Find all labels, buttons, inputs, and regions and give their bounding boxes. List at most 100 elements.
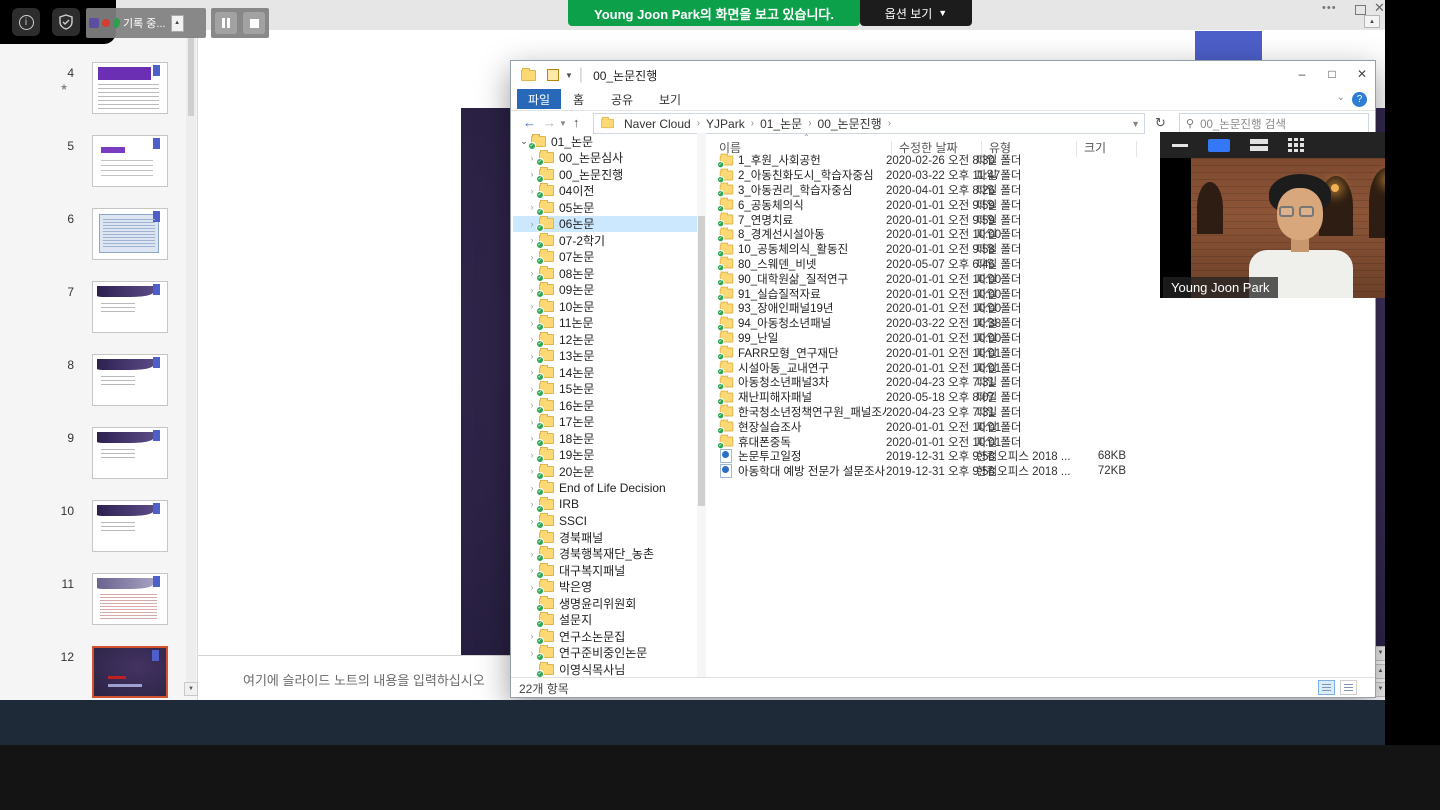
maximize-icon[interactable]: □: [1323, 67, 1341, 81]
tree-item[interactable]: ›✓SSCI: [513, 513, 697, 530]
tree-item[interactable]: ›✓13논문: [513, 348, 697, 365]
up-icon[interactable]: ↑: [573, 115, 580, 130]
tab-share[interactable]: 공유: [611, 91, 633, 108]
tree-item[interactable]: ›✓07-2학기: [513, 232, 697, 249]
help-icon[interactable]: ?: [1352, 92, 1367, 107]
tree-item[interactable]: ›✓08논문: [513, 265, 697, 282]
breadcrumb-segment[interactable]: 01_논문: [760, 115, 802, 132]
slide-thumbnail[interactable]: [92, 281, 168, 333]
tree-item[interactable]: ›✓00_논문진행: [513, 166, 697, 183]
slide-thumbnail[interactable]: [92, 573, 168, 625]
collapse-arrow-icon[interactable]: ▲: [171, 15, 184, 32]
tree-item[interactable]: ›✓04이전: [513, 183, 697, 200]
back-icon[interactable]: ←: [523, 115, 536, 130]
slide-thumbnail[interactable]: [92, 62, 168, 114]
tree-item[interactable]: ›✓17논문: [513, 414, 697, 431]
tree-item[interactable]: ✓설문지: [513, 612, 697, 629]
breadcrumb[interactable]: Naver Cloud›YJPark›01_논문›00_논문진행›: [624, 115, 891, 132]
tree-item[interactable]: ✓이영식목사님: [513, 661, 697, 677]
thumbnail-scrollbar[interactable]: [186, 32, 196, 682]
forward-icon[interactable]: →: [543, 115, 556, 130]
breadcrumb-segment[interactable]: Naver Cloud: [624, 117, 691, 131]
meeting-info-icon[interactable]: i: [12, 8, 40, 36]
pause-recording-icon[interactable]: [215, 12, 237, 34]
file-row[interactable]: 논문투고일정2019-12-31 오후 9:58한컴오피스 2018 ...68…: [707, 449, 1373, 464]
tree-item[interactable]: ›✓연구준비중인논문: [513, 645, 697, 662]
tree-item[interactable]: ›✓20논문: [513, 463, 697, 480]
tree-item[interactable]: ›✓12논문: [513, 331, 697, 348]
file-row[interactable]: ✓현장실습조사2020-01-01 오전 10:01파일 폴더: [707, 419, 1373, 434]
tree-item[interactable]: ›✓00_논문심사: [513, 150, 697, 167]
ribbon-expand-icon[interactable]: ⌄: [1337, 92, 1345, 103]
tree-item[interactable]: ›✓경북행복재단_농촌: [513, 546, 697, 563]
tree-item[interactable]: ›✓19논문: [513, 447, 697, 464]
ribbon-collapse-icon[interactable]: ▲: [1364, 15, 1380, 28]
file-row[interactable]: ✓한국청소년정책연구원_패널조사2020-04-23 오후 7:31파일 폴더: [707, 405, 1373, 420]
slide-thumbnail[interactable]: [92, 646, 168, 698]
stop-recording-icon[interactable]: [243, 12, 265, 34]
breadcrumb-segment[interactable]: 00_논문진행: [818, 115, 882, 132]
tree-item[interactable]: ⌄✓01_논문: [513, 133, 697, 150]
close-window-icon[interactable]: ✕: [1353, 67, 1371, 81]
slide-thumbnail[interactable]: [92, 208, 168, 260]
close-icon[interactable]: ✕: [1374, 0, 1385, 16]
tree-item[interactable]: ✓경북패널: [513, 529, 697, 546]
tree-item[interactable]: ›✓18논문: [513, 430, 697, 447]
tree-item[interactable]: ›✓15논문: [513, 381, 697, 398]
large-icons-view-icon[interactable]: [1340, 680, 1357, 695]
file-row[interactable]: ✓아동청소년패널3차2020-04-23 오후 7:31파일 폴더: [707, 375, 1373, 390]
quick-access-icon[interactable]: [547, 69, 559, 81]
tree-item[interactable]: ›✓대구복지패널: [513, 562, 697, 579]
slide-thumbnail[interactable]: [92, 135, 168, 187]
more-options-icon[interactable]: •••: [1322, 2, 1337, 14]
file-row[interactable]: ✓94_아동청소년패널2020-03-22 오전 10:38파일 폴더: [707, 316, 1373, 331]
quick-access-dropdown-icon[interactable]: ▼: [565, 71, 573, 80]
tree-item[interactable]: ›✓06논문: [513, 216, 697, 233]
active-speaker-view-icon[interactable]: [1208, 139, 1230, 152]
file-row[interactable]: ✓99_난일2020-01-01 오전 10:00파일 폴더: [707, 331, 1373, 346]
tree-item[interactable]: ›✓10논문: [513, 298, 697, 315]
strip-view-icon[interactable]: [1250, 139, 1268, 152]
recent-dropdown-icon[interactable]: ▼: [559, 119, 567, 128]
address-dropdown-icon[interactable]: ▼: [1131, 119, 1140, 129]
gallery-view-icon[interactable]: [1288, 138, 1304, 152]
minimize-icon[interactable]: –: [1293, 67, 1311, 81]
tree-item[interactable]: ›✓11논문: [513, 315, 697, 332]
tree-item[interactable]: ›✓05논문: [513, 199, 697, 216]
tree-item[interactable]: ›✓연구소논문집: [513, 628, 697, 645]
tab-file[interactable]: 파일: [517, 89, 561, 109]
tab-view[interactable]: 보기: [659, 91, 681, 108]
search-input[interactable]: ⚲ 00_논문진행 검색: [1179, 113, 1369, 134]
slide-thumbnail[interactable]: [92, 354, 168, 406]
refresh-icon[interactable]: ↻: [1155, 115, 1166, 131]
encryption-shield-icon[interactable]: [52, 8, 80, 36]
file-row[interactable]: ✓FARR모형_연구재단2020-01-01 오전 10:01파일 폴더: [707, 345, 1373, 360]
file-row[interactable]: ✓재난피해자패널2020-05-18 오후 8:07파일 폴더: [707, 390, 1373, 405]
tree-item[interactable]: ›✓IRB: [513, 496, 697, 513]
explorer-titlebar[interactable]: ▼ | 00_논문진행: [511, 61, 1375, 89]
restore-window-icon[interactable]: [1355, 5, 1366, 15]
view-options-button[interactable]: 옵션 보기 ▼: [860, 0, 972, 26]
tab-home[interactable]: 홈: [573, 91, 584, 108]
details-view-icon[interactable]: [1318, 680, 1335, 695]
tree-item[interactable]: ›✓07논문: [513, 249, 697, 266]
tree-item[interactable]: ›✓14논문: [513, 364, 697, 381]
tree-scrollbar-thumb[interactable]: [698, 216, 705, 506]
thumbnail-scroll-down-icon[interactable]: ▼: [184, 682, 198, 696]
file-row[interactable]: ✓시설아동_교내연구2020-01-01 오전 10:01파일 폴더: [707, 360, 1373, 375]
tree-item[interactable]: ›✓16논문: [513, 397, 697, 414]
slide-thumbnail[interactable]: [92, 427, 168, 479]
file-row[interactable]: ✓93_장애인패널19년2020-01-01 오전 10:00파일 폴더: [707, 301, 1373, 316]
notes-placeholder[interactable]: 여기에 슬라이드 노트의 내용을 입력하십시오: [243, 670, 485, 689]
slide-thumbnail[interactable]: [92, 500, 168, 552]
tree-item[interactable]: ›✓박은영: [513, 579, 697, 596]
address-field[interactable]: Naver Cloud›YJPark›01_논문›00_논문진행› ▼: [593, 113, 1145, 134]
thumbnail-scrollbar-thumb[interactable]: [188, 36, 194, 116]
file-row[interactable]: ✓휴대폰중독2020-01-01 오전 10:01파일 폴더: [707, 434, 1373, 449]
breadcrumb-segment[interactable]: YJPark: [706, 117, 745, 131]
file-row[interactable]: 아동학대 예방 전문가 설문조사 설문지2019-12-31 오후 9:58한컴…: [707, 464, 1373, 479]
tree-item[interactable]: ›✓09논문: [513, 282, 697, 299]
tree-item[interactable]: ›✓End of Life Decision: [513, 480, 697, 497]
minimize-video-icon[interactable]: [1172, 144, 1188, 147]
tree-item[interactable]: ✓생명윤리위원회: [513, 595, 697, 612]
